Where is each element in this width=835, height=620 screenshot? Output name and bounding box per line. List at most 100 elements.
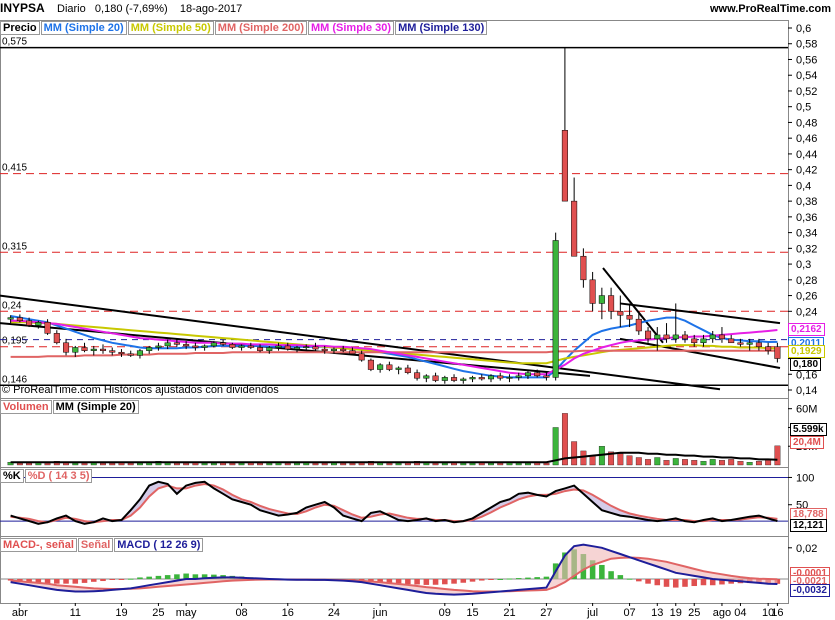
volume-bar bbox=[321, 462, 328, 466]
price-footer-note: © ProRealTime.com Históricos ajustados c… bbox=[2, 384, 279, 396]
candle-body bbox=[635, 318, 642, 332]
price-panel-frame bbox=[0, 20, 789, 399]
volume-bar bbox=[755, 461, 762, 466]
volume-bar bbox=[728, 459, 735, 466]
date-label: 18-ago-2017 bbox=[179, 3, 243, 15]
price-y-tick-label: 0,44 bbox=[796, 149, 817, 161]
candle-body bbox=[765, 346, 772, 351]
legend-stoch-d[interactable]: %D ( 14 3 5) bbox=[24, 469, 93, 483]
stoch-legend: %K %D ( 14 3 5) bbox=[0, 469, 93, 483]
site-url[interactable]: www.ProRealTime.com bbox=[710, 3, 831, 15]
candle-body bbox=[534, 372, 541, 377]
candle-body bbox=[349, 350, 356, 355]
macd-hist-bar bbox=[109, 579, 116, 580]
macd-hist-bar bbox=[608, 571, 614, 579]
current-price-box: 0,180 bbox=[790, 358, 822, 371]
volume-bar bbox=[525, 462, 531, 466]
legend-ma200[interactable]: MM (Simple 200) bbox=[214, 21, 307, 35]
volume-bar bbox=[44, 462, 51, 466]
macd-hist-bar bbox=[682, 579, 688, 587]
candle-body bbox=[53, 333, 60, 344]
volume-bar bbox=[432, 462, 439, 466]
x-tick-label: 25 bbox=[152, 607, 164, 619]
candle-body bbox=[367, 359, 374, 370]
candle-body bbox=[99, 348, 107, 351]
x-tick-label: jul bbox=[586, 607, 598, 619]
price-y-tick-label: 0,46 bbox=[796, 133, 817, 145]
x-tick-label: abr bbox=[12, 607, 28, 619]
candle-body bbox=[681, 334, 689, 340]
macd-hist-bar bbox=[645, 579, 651, 584]
legend-ma30[interactable]: MM (Simple 30) bbox=[307, 21, 395, 35]
volume-bar bbox=[543, 462, 550, 466]
macd-hist-bar bbox=[599, 564, 605, 579]
candle-body bbox=[672, 334, 679, 340]
chart-canvas[interactable]: 0,60,580,560,540,520,50,480,460,440,420,… bbox=[0, 0, 835, 620]
candle-body bbox=[330, 348, 337, 351]
macd-hist-bar bbox=[488, 579, 494, 580]
candle-body bbox=[109, 350, 116, 353]
macd-hist-bar bbox=[90, 579, 97, 582]
x-tick-label: 24 bbox=[328, 607, 340, 619]
candle-body bbox=[183, 344, 190, 347]
candle-body bbox=[598, 295, 605, 304]
macd-hist-bar bbox=[700, 579, 707, 586]
candle-body bbox=[90, 348, 97, 351]
price-y-tick-label: 0,48 bbox=[796, 117, 817, 129]
legend-price[interactable]: Precio bbox=[0, 21, 40, 35]
x-tick-label: 15 bbox=[466, 607, 478, 619]
volume-bar bbox=[515, 462, 522, 466]
volume-bar bbox=[682, 459, 688, 466]
candle-body bbox=[645, 330, 652, 340]
x-tick-label: 08 bbox=[235, 607, 247, 619]
candle-body bbox=[127, 353, 134, 356]
volume-bar bbox=[109, 462, 116, 466]
macd-hist-bar bbox=[691, 579, 698, 587]
macd-hist-bar bbox=[469, 579, 476, 582]
legend-ma130[interactable]: MM (Simple 130) bbox=[395, 21, 488, 35]
volume-bar bbox=[774, 445, 781, 466]
candle-body bbox=[580, 255, 587, 281]
ticker-symbol[interactable]: INYPSA bbox=[0, 1, 45, 15]
candle-body bbox=[404, 367, 411, 373]
volume-bar bbox=[72, 462, 79, 466]
candle-body bbox=[524, 372, 531, 377]
macd-hist-bar bbox=[414, 579, 420, 585]
volume-bar bbox=[765, 460, 772, 466]
candle-body bbox=[700, 338, 707, 344]
x-tick-label: 19 bbox=[670, 607, 682, 619]
price-y-tick-label: 0,3 bbox=[796, 259, 811, 271]
legend-ma20[interactable]: MM (Simple 20) bbox=[40, 21, 127, 35]
volume-bar bbox=[173, 462, 180, 466]
volume-bar bbox=[284, 462, 291, 466]
candle-body bbox=[552, 240, 559, 378]
legend-macd-signal[interactable]: Señal bbox=[77, 538, 114, 552]
legend-ma50[interactable]: MM (Simple 50) bbox=[127, 21, 214, 35]
candle-body bbox=[728, 338, 735, 344]
price-y-tick-label: 0,6 bbox=[796, 23, 811, 35]
x-tick-label: may bbox=[176, 607, 197, 619]
legend-volume-ma20[interactable]: MM (Simple 20) bbox=[52, 400, 139, 414]
volume-bar bbox=[635, 457, 642, 466]
price-y-tick-label: 0,54 bbox=[796, 70, 817, 82]
candle-body bbox=[340, 348, 347, 351]
volume-legend: Volumen MM (Simple 20) bbox=[0, 400, 140, 414]
period-label[interactable]: Diario bbox=[57, 3, 86, 15]
legend-macd-hist[interactable]: MACD-, señal bbox=[0, 538, 77, 552]
macd-hist-bar bbox=[460, 579, 467, 583]
macd-hist-bar bbox=[423, 579, 430, 585]
volume-bar bbox=[746, 462, 753, 466]
legend-volume[interactable]: Volumen bbox=[0, 400, 52, 414]
legend-macd[interactable]: MACD ( 12 26 9) bbox=[114, 538, 204, 552]
macd-hist-bar bbox=[451, 579, 457, 584]
volume-bar bbox=[81, 462, 88, 466]
legend-stoch-k[interactable]: %K bbox=[0, 469, 24, 483]
candle-body bbox=[358, 353, 365, 361]
macd-hist-bar bbox=[72, 579, 79, 584]
x-tick-label: 13 bbox=[651, 607, 663, 619]
volume-bar bbox=[340, 462, 347, 466]
volume-bar bbox=[460, 462, 467, 466]
candle-body bbox=[543, 375, 550, 378]
candle-body bbox=[755, 342, 762, 347]
price-y-tick-label: 0,4 bbox=[796, 180, 811, 192]
